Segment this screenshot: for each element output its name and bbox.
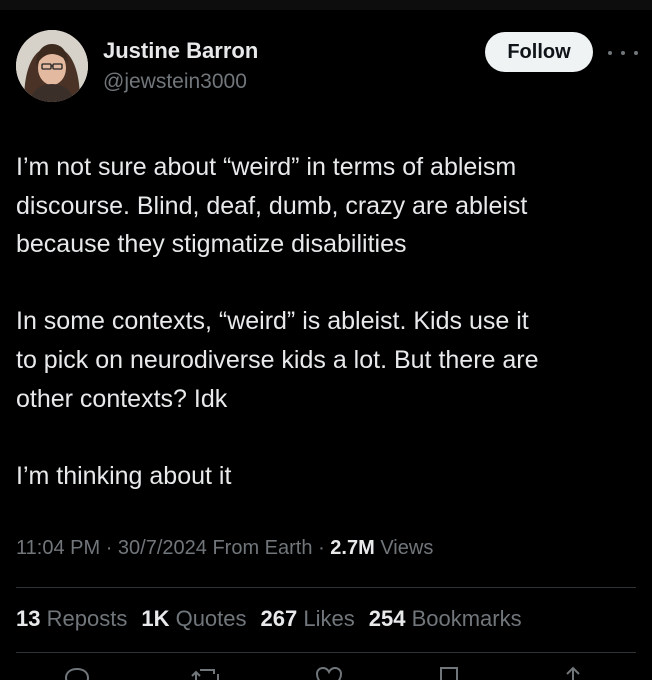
more-dot <box>634 51 638 55</box>
bookmarks-stat[interactable]: 254 Bookmarks <box>369 606 522 632</box>
divider <box>16 587 636 588</box>
top-edge-strip <box>0 0 652 10</box>
meta-separator: · <box>105 537 113 559</box>
repost-icon[interactable] <box>190 666 224 680</box>
avatar[interactable] <box>16 30 88 102</box>
engagement-stats: 13 Reposts 1K Quotes 267 Likes 254 Bookm… <box>16 606 522 632</box>
reply-icon[interactable] <box>62 666 92 680</box>
bookmark-icon[interactable] <box>436 666 462 680</box>
quotes-label: Quotes <box>175 606 247 631</box>
tweet-date[interactable]: 30/7/2024 <box>118 537 207 559</box>
like-icon[interactable] <box>314 666 344 680</box>
tweet-time[interactable]: 11:04 PM <box>16 537 100 559</box>
bookmarks-count: 254 <box>368 606 406 631</box>
tweet-paragraph: I’m not sure about “weird” in terms of a… <box>16 153 528 259</box>
views-label: Views <box>380 537 434 559</box>
tweet-text: I’m not sure about “weird” in terms of a… <box>16 148 636 534</box>
likes-count: 267 <box>260 606 298 631</box>
more-horizontal-icon[interactable] <box>608 46 638 60</box>
share-icon[interactable] <box>560 666 586 680</box>
reposts-count: 13 <box>16 606 41 631</box>
more-dot <box>621 51 625 55</box>
meta-separator: · <box>318 537 325 559</box>
author-handle[interactable]: @jewstein3000 <box>103 70 247 94</box>
author-name[interactable]: Justine Barron <box>103 38 258 64</box>
follow-button[interactable]: Follow <box>485 32 593 72</box>
views-count: 2.7M <box>330 537 375 559</box>
avatar-portrait-icon <box>16 30 88 102</box>
tweet-source: From Earth <box>212 537 313 559</box>
likes-label: Likes <box>303 606 355 631</box>
divider <box>16 652 636 653</box>
action-bar <box>0 662 652 680</box>
quotes-count: 1K <box>141 606 170 631</box>
tweet-paragraph: I’m thinking about it <box>16 461 232 490</box>
likes-stat[interactable]: 267 Likes <box>261 606 355 632</box>
quotes-stat[interactable]: 1K Quotes <box>141 606 246 632</box>
tweet-paragraph: In some contexts, “weird” is ableist. Ki… <box>16 307 539 413</box>
reposts-label: Reposts <box>46 606 128 631</box>
reposts-stat[interactable]: 13 Reposts <box>16 606 127 632</box>
tweet-meta: 11:04 PM · 30/7/2024 From Earth · 2.7M V… <box>16 537 433 560</box>
bookmarks-label: Bookmarks <box>411 606 522 631</box>
more-dot <box>608 51 612 55</box>
